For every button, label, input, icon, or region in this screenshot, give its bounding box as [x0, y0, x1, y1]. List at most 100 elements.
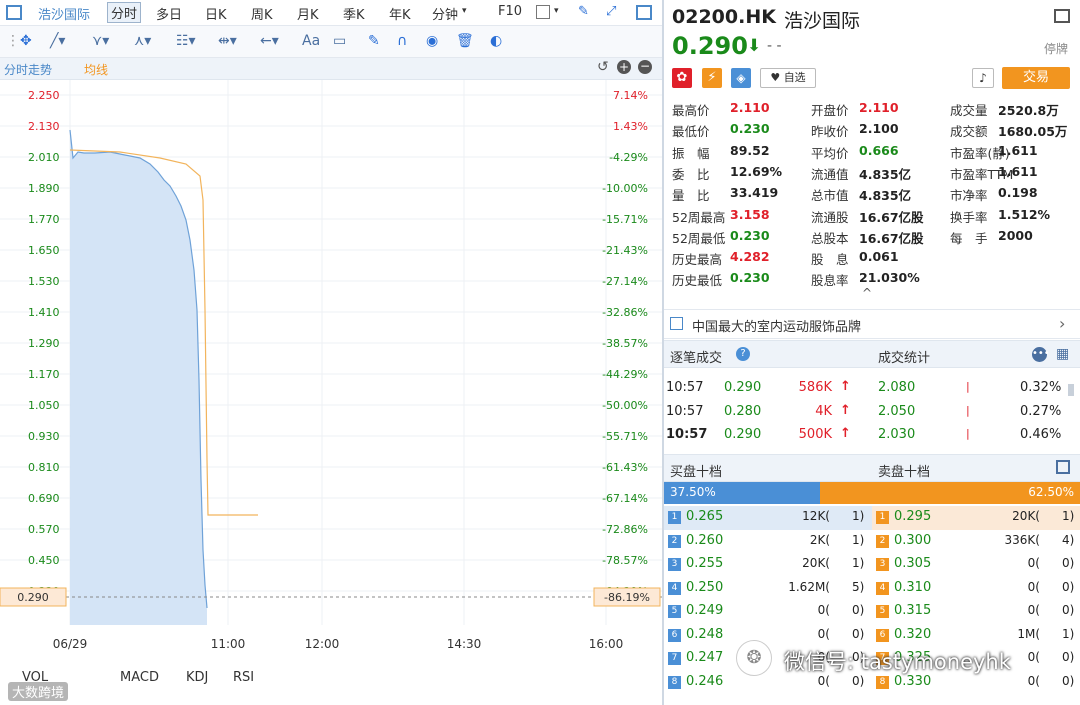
chevron-down-icon[interactable]: ▾: [554, 6, 559, 16]
crosshair-icon[interactable]: ✥: [20, 33, 32, 49]
ask-level: 4: [876, 581, 889, 595]
tab-daily-k[interactable]: 日K: [205, 4, 227, 23]
quote-value: 16.67亿股: [859, 230, 924, 246]
price-tick-label: 1.170: [28, 368, 60, 381]
chevron-right-icon[interactable]: ›: [1059, 314, 1065, 333]
trade-button[interactable]: 交易: [1002, 67, 1070, 89]
price-tick-label: 1.530: [28, 275, 60, 288]
pct-tick-label: -21.43%: [602, 244, 648, 257]
zoom-out-icon[interactable]: −: [638, 60, 652, 74]
bell-icon[interactable]: ♪: [972, 68, 994, 88]
ask-level: 2: [876, 534, 889, 548]
stat-bar-icon: |: [966, 403, 970, 417]
eye-icon[interactable]: ◉: [426, 33, 438, 49]
collapse-icon[interactable]: ^: [862, 286, 872, 300]
arrow-tool-icon[interactable]: ←▾: [260, 33, 279, 49]
pct-tick-label: -4.29%: [609, 151, 648, 164]
more-icon[interactable]: •••: [1032, 347, 1050, 362]
text-tool[interactable]: Aa: [302, 33, 320, 49]
bid-level: 7: [668, 652, 681, 665]
fullscreen-icon[interactable]: ⤢: [606, 4, 616, 19]
add-watchlist-button[interactable]: ♥ 自选: [760, 68, 816, 88]
stat-price: 2.080: [878, 380, 916, 395]
intraday-label[interactable]: 分时走势: [4, 61, 52, 78]
orderbook-row[interactable]: 1 0.265 12K(1) 1 0.295 20K(1): [664, 506, 1080, 530]
ask-count: 0): [1062, 579, 1075, 594]
wave-tool-icon[interactable]: ⋏▾: [134, 33, 151, 49]
flash-badge-icon[interactable]: ⚡: [702, 68, 722, 88]
pct-tick-label: -38.57%: [602, 337, 648, 350]
bid-count: 0): [852, 603, 865, 617]
checkbox-icon[interactable]: [536, 5, 550, 19]
fibonacci-tool-icon[interactable]: ☷▾: [176, 33, 196, 49]
ask-price: 0.320: [894, 626, 932, 642]
zoom-in-icon[interactable]: +: [617, 60, 631, 74]
toggle-icon[interactable]: ◐: [490, 33, 502, 49]
hot-badge-icon[interactable]: ✿: [672, 68, 692, 88]
drag-handle-icon[interactable]: ⋮: [6, 33, 20, 49]
panel-layout-icon[interactable]: [1054, 9, 1070, 23]
pen-icon[interactable]: ✎: [578, 4, 589, 19]
chevron-down-icon[interactable]: ▾: [462, 6, 467, 16]
time-tick-label: 12:00: [305, 637, 340, 651]
tab-intraday[interactable]: 分时: [107, 2, 142, 23]
bid-level: 3: [668, 558, 681, 571]
quote-value: 1.611: [998, 163, 1038, 179]
quote-label: 最高价: [672, 103, 710, 118]
tab-weekly-k[interactable]: 周K: [251, 4, 273, 23]
ma-label[interactable]: 均线: [84, 61, 108, 78]
magnet-icon[interactable]: ∩: [397, 33, 407, 49]
company-desc-bar[interactable]: 中国最大的室内运动服饰品牌 ›: [664, 309, 1080, 339]
grid-icon[interactable]: ▦: [1056, 346, 1069, 362]
intraday-chart[interactable]: 2.250 7.14% 2.130 1.43% 2.010 -4.29% 1.890 -10.…: [0, 80, 662, 660]
pct-tick-label: -61.43%: [602, 461, 648, 474]
range-tool-icon[interactable]: ⇹▾: [218, 33, 237, 49]
tab-rsi[interactable]: RSI: [233, 670, 254, 685]
orderbook-row[interactable]: 3 0.255 20K(1) 3 0.305 0(0): [664, 553, 1080, 577]
tab-multiday[interactable]: 多日: [156, 4, 182, 23]
tab-f10[interactable]: F10: [498, 4, 522, 19]
tab-minute[interactable]: 分钟: [432, 4, 458, 23]
expand-icon[interactable]: [1056, 460, 1070, 474]
tab-monthly-k[interactable]: 月K: [297, 4, 319, 23]
polyline-tool-icon[interactable]: ⋎▾: [92, 33, 109, 49]
orderbook-row[interactable]: 4 0.250 1.62M(5) 4 0.310 0(0): [664, 577, 1080, 601]
line-tool-icon[interactable]: ╱▾: [50, 33, 65, 49]
quote-value: 0.230: [730, 270, 770, 286]
tab-yearly-k[interactable]: 年K: [389, 4, 411, 23]
stat-pct: 0.27%: [1020, 403, 1062, 419]
tag-badge-icon[interactable]: ◈: [731, 68, 751, 88]
panel-toggle-icon[interactable]: [636, 5, 652, 20]
trade-time: 10:57: [666, 403, 704, 419]
trades-list[interactable]: 10:57 0.290 586K ↑ 2.080 | 0.32% 10:57 0.280 4K ↑ 2…: [664, 369, 1080, 453]
layout-icon[interactable]: [6, 5, 22, 20]
trash-icon[interactable]: 🗑: [456, 33, 474, 49]
quote-value: 21.030%: [859, 270, 920, 286]
orderbook-row[interactable]: 5 0.249 0(0) 5 0.315 0(0): [664, 600, 1080, 624]
ask-count: 0): [1062, 556, 1075, 570]
bid-price: 0.255: [686, 556, 724, 571]
orderbook-row[interactable]: 2 0.260 2K(1) 2 0.300 336K(4): [664, 530, 1080, 554]
tab-macd[interactable]: MACD: [120, 670, 159, 685]
eraser-pen-icon[interactable]: ✎: [368, 33, 380, 49]
last-price: 0.290: [672, 32, 748, 60]
trade-row: 10:57 0.280 4K ↑ 2.050 | 0.27%: [664, 401, 1080, 425]
scrollbar[interactable]: [1068, 384, 1074, 396]
bid-count: 5): [852, 579, 865, 594]
bid-level: 5: [668, 605, 681, 618]
bid-volume: 1.62M(: [788, 579, 830, 594]
quote-label: 历史最高: [672, 252, 723, 268]
ask-count: 1): [1062, 626, 1075, 641]
help-icon[interactable]: ?: [736, 347, 750, 361]
reset-icon[interactable]: ↺: [597, 59, 609, 75]
company-description: 中国最大的室内运动服饰品牌: [692, 320, 862, 335]
price-tick-label: 1.650: [28, 244, 60, 257]
bid-price: 0.265: [686, 509, 724, 524]
ask-volume: 0(: [1027, 556, 1040, 570]
price-tick-label: 1.890: [28, 182, 60, 195]
tab-quarterly-k[interactable]: 季K: [343, 4, 365, 23]
comment-icon[interactable]: ▭: [333, 33, 346, 49]
orderbook-row[interactable]: 6 0.248 0(0) 6 0.320 1M(1): [664, 624, 1080, 648]
quote-label: 市净率: [950, 188, 988, 204]
tab-kdj[interactable]: KDJ: [186, 670, 208, 685]
